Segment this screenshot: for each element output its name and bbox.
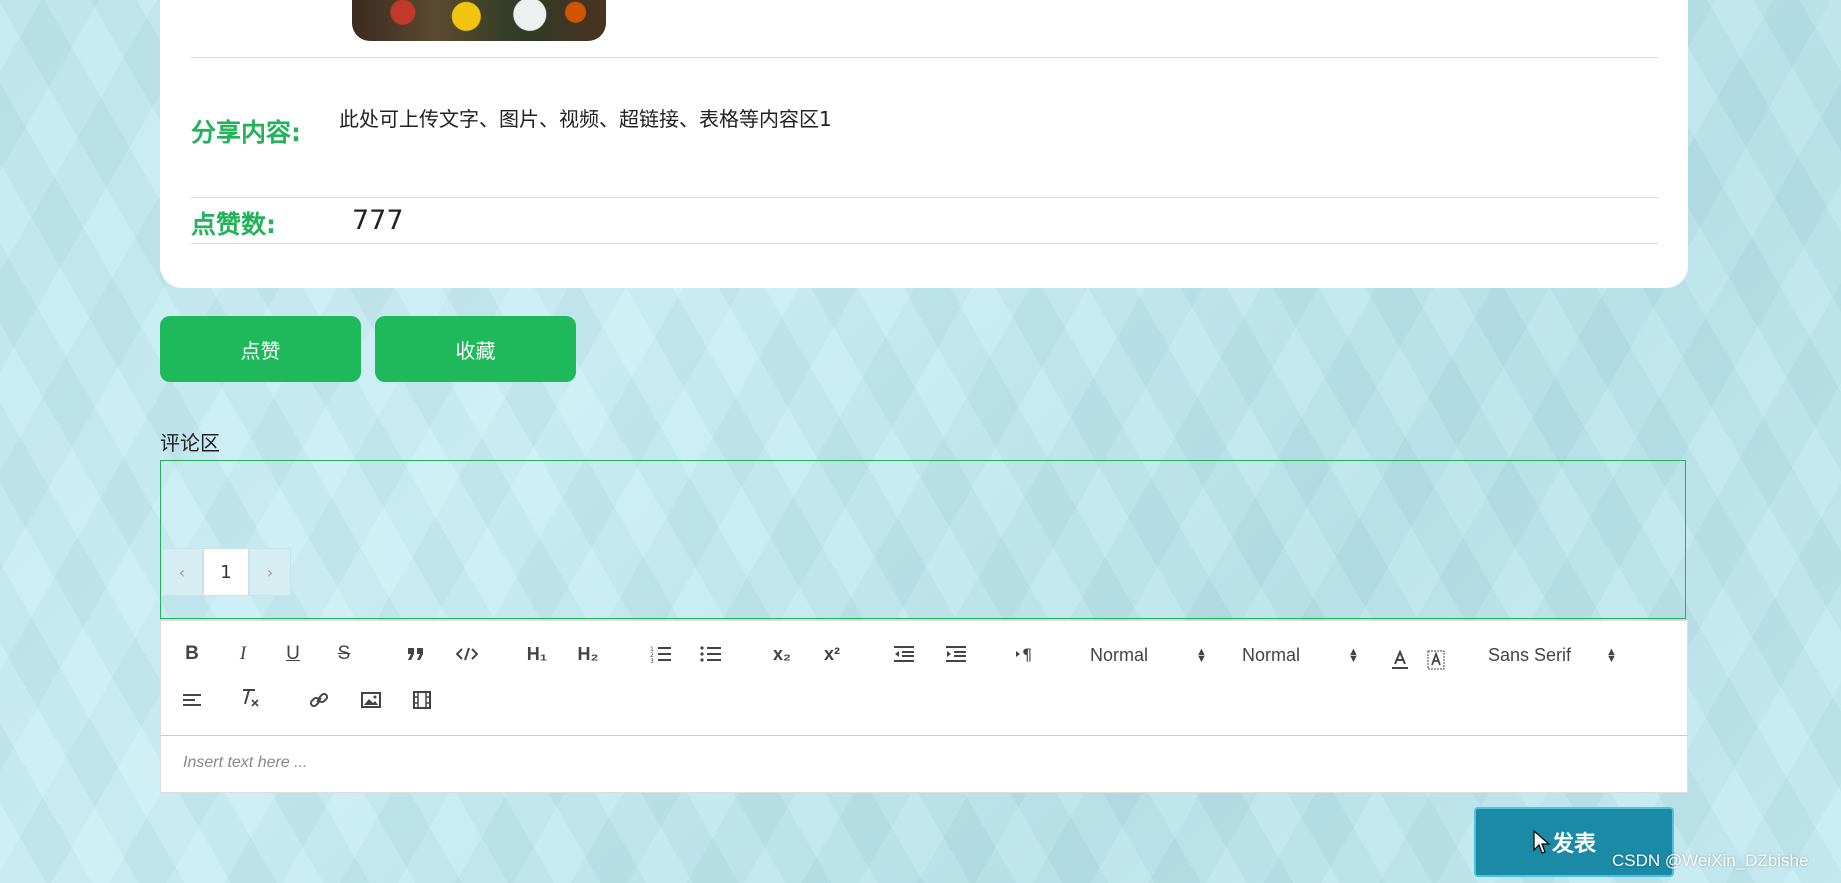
editor-toolbar: B I U S H₁ H₂ 123 x₂ x² ¶ Normal ▲ ▼ Norm… [160,620,1688,736]
chevron-updown-icon: ▲ ▼ [1348,646,1359,665]
indent-icon[interactable] [943,641,969,667]
like-button[interactable]: 点赞 [160,316,361,382]
post-image [352,0,606,41]
header-select-value: Normal [1090,645,1149,665]
strike-button[interactable]: S [333,641,355,667]
header-select[interactable]: Normal ▲ ▼ [1090,645,1210,671]
italic-button[interactable]: I [232,641,254,667]
image-icon[interactable] [359,687,383,713]
favorite-button[interactable]: 收藏 [375,316,576,382]
font-select[interactable]: Sans Serif ▲ ▼ [1488,645,1628,671]
font-select-value: Sans Serif [1488,645,1572,665]
background-color-icon[interactable] [1425,647,1447,673]
likes-count: 777 [352,205,404,236]
chevron-updown-icon: ▲ ▼ [1606,646,1617,665]
watermark: CSDN @WeiXin_DZbishe [1612,851,1809,870]
ordered-list-icon[interactable]: 123 [648,641,674,667]
svg-text:3: 3 [650,658,654,664]
video-icon[interactable] [410,687,434,713]
outdent-icon[interactable] [891,641,917,667]
h1-button[interactable]: H₁ [523,641,551,667]
text-color-icon[interactable] [1389,647,1411,673]
bullet-list-icon[interactable] [698,641,724,667]
align-icon[interactable] [181,687,205,713]
post-card [160,0,1688,288]
divider [191,57,1658,58]
divider [191,243,1658,244]
size-select[interactable]: Normal ▲ ▼ [1242,645,1362,671]
pager-page-1[interactable]: 1 [203,548,249,596]
content-text: 此处可上传文字、图片、视频、超链接、表格等内容区1 [339,107,832,131]
divider [191,197,1658,198]
svg-text:¶: ¶ [1022,645,1032,663]
clear-format-icon[interactable] [238,685,262,711]
superscript-button[interactable]: x² [818,641,846,667]
code-block-icon[interactable] [454,641,480,667]
likes-label: 点赞数: [191,210,276,239]
comment-editor[interactable]: Insert text here ... [160,736,1688,793]
comments-pagination: ‹ 1 › [161,548,291,596]
blockquote-icon[interactable] [403,641,429,667]
text-direction-icon[interactable]: ¶ [1013,641,1039,667]
content-label: 分享内容: [191,118,301,147]
link-icon[interactable] [307,687,331,713]
chevron-updown-icon: ▲ ▼ [1196,646,1207,665]
bold-button[interactable]: B [181,641,203,667]
subscript-button[interactable]: x₂ [768,641,796,667]
pager-next-button[interactable]: › [249,548,291,596]
editor-placeholder: Insert text here ... [183,754,308,771]
underline-button[interactable]: U [282,641,304,667]
comments-list [160,460,1686,619]
pager-prev-button[interactable]: ‹ [161,548,203,596]
comments-title: 评论区 [160,431,220,455]
h2-button[interactable]: H₂ [574,641,602,667]
size-select-value: Normal [1242,645,1301,665]
